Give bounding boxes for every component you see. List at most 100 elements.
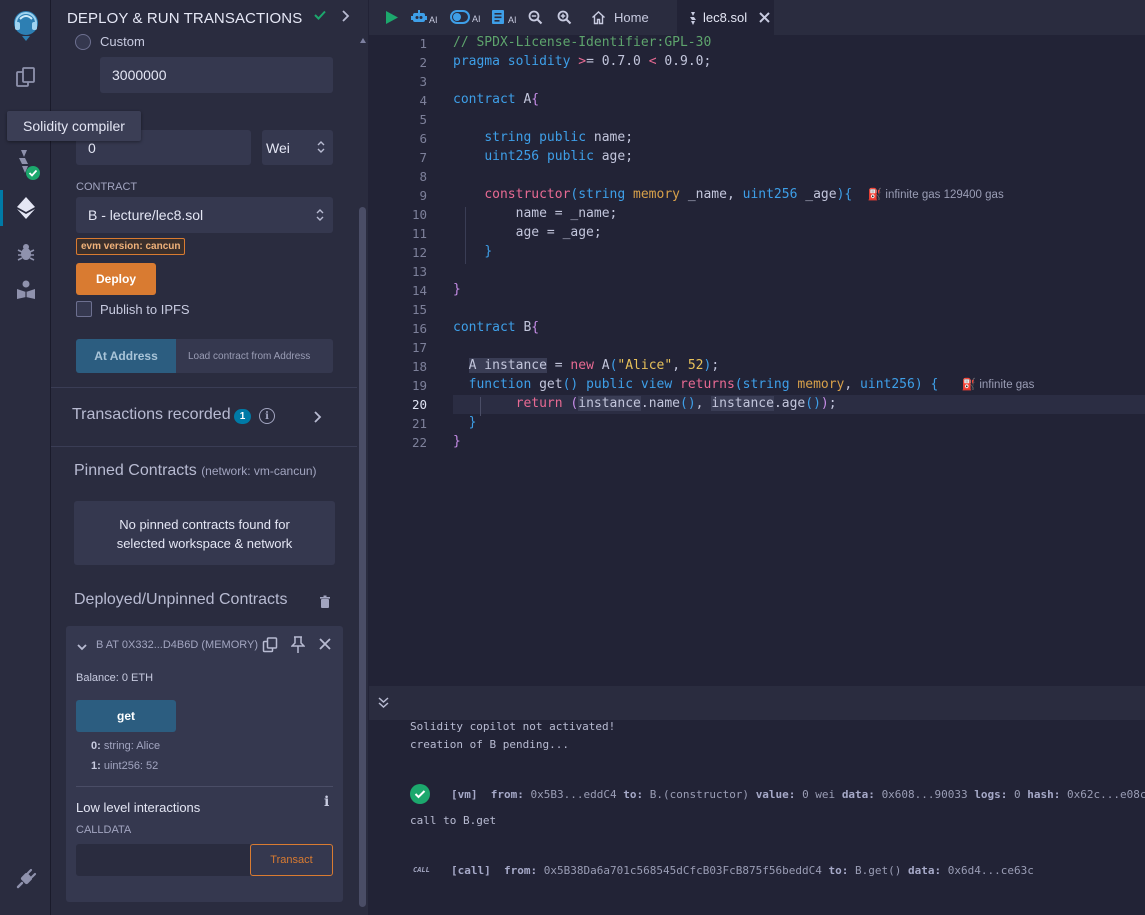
gas-hint: ⛽ infinite gas 129400 gas — [868, 189, 1004, 201]
terminal-line: Solidity copilot not activated! — [410, 720, 616, 733]
terminal[interactable]: Solidity copilot not activated! creation… — [369, 720, 1145, 915]
collapse-terminal-icon[interactable] — [378, 697, 389, 712]
line-number: 16 — [411, 321, 427, 336]
code-line: contract A{ — [453, 92, 540, 107]
info-icon[interactable]: i — [324, 794, 329, 810]
call-tx-line[interactable]: [call] from: 0x5B38Da6a701c568545dCfcB03… — [451, 864, 1034, 877]
gas-pump-icon: ⛽ — [961, 379, 977, 391]
tab-home-label: Home — [614, 10, 649, 25]
tx-value: B.get() — [855, 864, 902, 877]
tx-value: 0 wei — [802, 788, 836, 801]
tx-recorded-label[interactable]: Transactions recorded — [72, 406, 231, 424]
instance-balance: Balance: 0 ETH — [76, 672, 154, 684]
line-number: 22 — [411, 435, 427, 450]
chevron-right-icon[interactable] — [313, 410, 323, 427]
close-tab-icon[interactable] — [759, 12, 770, 23]
custom-gas-radio[interactable] — [75, 34, 91, 50]
value-unit-select[interactable]: Wei — [262, 130, 333, 165]
trash-icon[interactable] — [319, 595, 331, 612]
output-value: string: Alice — [103, 740, 161, 752]
tx-key: from: — [504, 864, 538, 877]
info-icon[interactable]: i — [259, 408, 275, 424]
calldata-input[interactable] — [76, 844, 250, 876]
vm-tx-line[interactable]: [vm] from: 0x5B3...eddC4 to: B.(construc… — [451, 788, 1145, 801]
line-number: 6 — [419, 131, 427, 146]
plugin-manager-icon[interactable] — [0, 864, 51, 894]
tab-file-label: lec8.sol — [703, 10, 748, 25]
zoom-out-icon[interactable] — [528, 10, 543, 28]
debugger-icon[interactable] — [0, 238, 51, 266]
gas-hint: ⛽ infinite gas — [962, 379, 1035, 391]
code-line: // SPDX-License-Identifier:GPL-30 — [453, 35, 712, 50]
publish-ipfs-checkbox[interactable] — [76, 301, 92, 317]
ai-toggle-button[interactable]: AI — [450, 10, 481, 24]
value-unit-label: Wei — [266, 139, 290, 156]
code-line: } — [468, 415, 477, 430]
tx-value: 0 — [1014, 788, 1021, 801]
low-level-title: Low level interactions — [76, 800, 201, 815]
success-check-icon — [410, 784, 430, 804]
panel-scrollbar[interactable] — [357, 0, 368, 915]
line-number: 19 — [411, 378, 427, 393]
pinned-network-text: (network: vm-cancun) — [201, 464, 317, 478]
zoom-in-icon[interactable] — [557, 10, 572, 28]
transact-button[interactable]: Transact — [250, 844, 333, 876]
line-number: 18 — [411, 359, 427, 374]
code-line: age = _age; — [453, 225, 602, 240]
line-number: 10 — [411, 207, 427, 222]
scroll-thumb[interactable] — [359, 207, 366, 907]
get-function-button[interactable]: get — [76, 700, 176, 732]
chevron-right-icon[interactable] — [341, 9, 351, 26]
publish-ipfs-label: Publish to IPFS — [100, 302, 190, 317]
contract-selected-label: B - lecture/lec8.sol — [88, 207, 204, 223]
output-row-1: 1: uint256: 52 — [91, 760, 158, 772]
evm-version-badge: evm version: cancun — [76, 238, 186, 255]
gas-limit-input[interactable]: 3000000 — [100, 57, 333, 93]
tx-key: from: — [490, 788, 524, 801]
line-number: 12 — [411, 245, 427, 260]
home-icon — [592, 11, 605, 25]
pin-icon[interactable] — [290, 636, 306, 656]
tx-key: data: — [908, 864, 942, 877]
ai-label: AI — [508, 15, 517, 25]
chevron-down-icon[interactable] — [76, 640, 88, 655]
contract-instance: B AT 0X332...D4B6D (MEMORY) Balance: 0 E… — [66, 626, 343, 902]
tx-key: to: — [828, 864, 849, 877]
deploy-run-icon[interactable] — [0, 192, 51, 224]
run-icon[interactable] — [385, 10, 399, 28]
instance-name[interactable]: B AT 0X332...D4B6D (MEMORY) — [96, 639, 258, 651]
tx-key: hash: — [1027, 788, 1061, 801]
line-number: 21 — [411, 416, 427, 431]
tx-count-badge: 1 — [234, 409, 251, 424]
deployed-contracts-title: Deployed/Unpinned Contracts — [74, 591, 288, 608]
file-explorer-icon[interactable] — [0, 60, 51, 94]
at-address-button[interactable]: At Address — [76, 339, 176, 373]
divider — [76, 786, 333, 787]
line-number-current: 20 — [411, 397, 427, 412]
deploy-button[interactable]: Deploy — [76, 263, 156, 295]
learneth-icon[interactable] — [0, 276, 51, 304]
close-icon[interactable] — [319, 638, 331, 653]
remix-logo-icon[interactable] — [0, 6, 51, 44]
ai-explain-button[interactable]: AI — [490, 9, 517, 25]
scroll-up-icon[interactable] — [360, 38, 366, 43]
at-address-input[interactable]: Load contract from Address — [176, 339, 333, 373]
tab-home[interactable]: Home — [591, 0, 649, 35]
code-line: } — [484, 244, 493, 259]
solidity-compiler-icon[interactable] — [0, 146, 51, 182]
tx-key: to: — [623, 788, 644, 801]
contract-select[interactable]: B - lecture/lec8.sol — [76, 197, 333, 233]
tx-key: value: — [755, 788, 796, 801]
call-badge: CALL — [413, 866, 430, 874]
pinned-title-text: Pinned Contracts — [74, 462, 197, 479]
code-line: string public name; — [484, 130, 634, 145]
code-line: contract B{ — [453, 320, 540, 335]
code-line: function get() public view returns(strin… — [468, 377, 1035, 392]
ai-copilot-button[interactable]: AI — [411, 9, 438, 25]
tx-value: B.(constructor) — [649, 788, 750, 801]
line-number: 15 — [411, 302, 427, 317]
code-editor[interactable]: 1 2 4 3 5 6 7 8 9 10 11 12 13 14 15 16 1… — [369, 35, 1145, 686]
tab-lec8-sol[interactable]: lec8.sol — [677, 0, 774, 35]
copy-icon[interactable] — [262, 637, 278, 656]
line-number: 9 — [419, 188, 427, 203]
